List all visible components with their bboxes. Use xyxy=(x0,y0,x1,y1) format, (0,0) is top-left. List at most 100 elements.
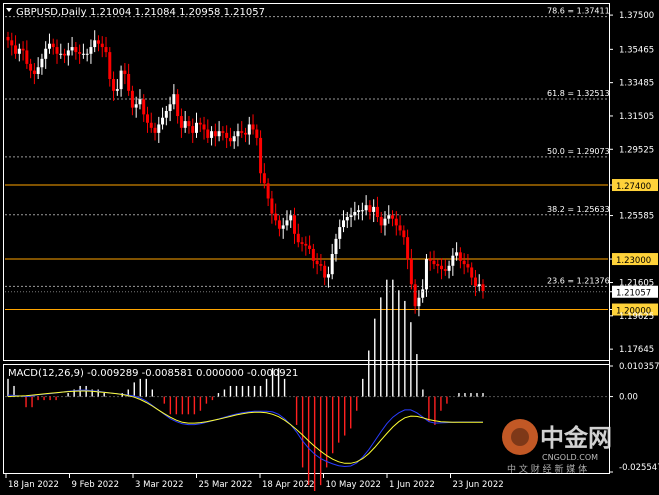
candle-body xyxy=(255,129,259,138)
candle-body xyxy=(398,225,402,231)
candle-body xyxy=(323,265,327,278)
candle-body xyxy=(127,73,131,91)
candle-body xyxy=(55,47,59,54)
candle-body xyxy=(108,52,112,80)
candle-body xyxy=(179,116,183,128)
candle-body xyxy=(78,52,82,54)
time-axis-label: 18 Apr 2022 xyxy=(262,480,315,490)
candle-body xyxy=(296,233,300,243)
candle-body xyxy=(274,213,278,221)
symbol-label: GBPUSD,Daily xyxy=(16,7,87,18)
candle-body xyxy=(112,79,116,91)
time-axis-label: 23 Jun 2022 xyxy=(453,480,504,490)
candle-body xyxy=(447,265,451,271)
candle-body xyxy=(119,70,123,90)
fib-label: 78.6 = 1.37411 xyxy=(547,7,610,16)
candle-body xyxy=(387,215,391,219)
macd-tick-label: -0.025547 xyxy=(619,463,659,473)
candle-body xyxy=(217,131,221,137)
candle-body xyxy=(191,126,195,133)
candle-body xyxy=(81,53,85,55)
candle-body xyxy=(244,132,247,135)
candle-body xyxy=(391,215,395,219)
candle-body xyxy=(338,227,342,239)
candle-body xyxy=(440,265,444,270)
candle-body xyxy=(29,63,33,71)
candle-body xyxy=(470,267,474,278)
candle-body xyxy=(145,114,149,123)
candle-body xyxy=(21,48,25,51)
candle-body xyxy=(89,47,93,54)
watermark-subtitle: 中 文 财 经 新 媒 体 xyxy=(507,463,587,475)
candle-body xyxy=(372,206,376,212)
candle-body xyxy=(142,99,146,115)
candle-body xyxy=(379,216,383,226)
candle-body xyxy=(168,104,172,111)
candle-body xyxy=(334,238,338,255)
candle-body xyxy=(206,129,210,138)
watermark-title: 中金网 xyxy=(540,424,612,452)
candle-body xyxy=(406,237,410,260)
candle-body xyxy=(14,45,18,54)
candle-body xyxy=(270,198,274,214)
candle-body xyxy=(66,50,70,56)
candle-body xyxy=(383,218,387,226)
candle-body xyxy=(462,260,466,265)
macd-tick-label: 0.010357 xyxy=(619,362,659,372)
price-tick-label: 1.35465 xyxy=(619,45,654,55)
candle-body xyxy=(221,131,225,133)
candle-body xyxy=(240,131,244,133)
candle-body xyxy=(394,218,398,226)
chart-header: GBPUSD,Daily 1.21004 1.21084 1.20958 1.2… xyxy=(6,7,265,18)
price-tag-label: 1.27400 xyxy=(616,182,651,192)
time-axis-label: 3 Mar 2022 xyxy=(135,480,183,490)
candle-body xyxy=(176,94,180,117)
candle-body xyxy=(202,124,206,130)
candle-body xyxy=(74,47,78,53)
candle-body xyxy=(458,252,462,261)
candle-body xyxy=(409,259,413,285)
fib-label: 50.0 = 1.29073 xyxy=(547,147,610,156)
watermark-domain: CNGOLD.COM xyxy=(542,453,598,462)
time-axis-label: 9 Feb 2022 xyxy=(72,480,120,490)
candle-body xyxy=(481,284,485,292)
candle-body xyxy=(134,104,138,108)
time-axis-label: 18 Jan 2022 xyxy=(8,480,59,490)
candle-body xyxy=(194,122,198,133)
candle-body xyxy=(213,131,217,137)
price-tag-label: 1.21057 xyxy=(616,289,651,299)
candle-body xyxy=(183,121,187,128)
candle-body xyxy=(70,47,74,51)
candle-body xyxy=(289,215,293,221)
candle-body xyxy=(40,58,44,68)
macd-header-label: MACD(12,26,9) -0.009289 -0.008581 0.0000… xyxy=(8,368,298,379)
candle-body xyxy=(44,48,48,59)
candle-body xyxy=(157,124,161,133)
candle-body xyxy=(228,137,232,142)
candle-body xyxy=(443,269,447,271)
candle-body xyxy=(6,36,10,41)
candle-body xyxy=(25,50,29,64)
candle-body xyxy=(315,260,319,265)
candle-body xyxy=(428,259,432,261)
candle-body xyxy=(59,53,63,55)
candle-body xyxy=(424,259,428,290)
price-tag-label: 1.23000 xyxy=(616,256,651,266)
price-tick-label: 1.25585 xyxy=(619,212,654,222)
candle-body xyxy=(326,274,330,278)
candle-body xyxy=(277,220,281,229)
candle-body xyxy=(281,225,285,229)
candle-body xyxy=(130,90,134,108)
candle-body xyxy=(266,183,270,199)
candle-body xyxy=(432,260,436,265)
candle-body xyxy=(259,137,263,174)
candle-body xyxy=(364,205,368,211)
candle-body xyxy=(210,131,214,138)
candle-body xyxy=(436,264,440,266)
candle-body xyxy=(300,242,304,244)
candle-body xyxy=(149,122,153,128)
candle-body xyxy=(353,211,357,216)
candle-body xyxy=(319,264,323,266)
candle-body xyxy=(93,40,97,48)
candle-body xyxy=(368,205,372,212)
